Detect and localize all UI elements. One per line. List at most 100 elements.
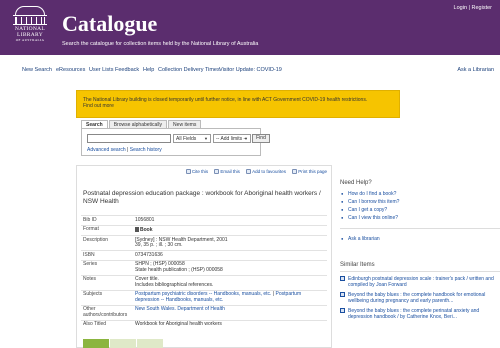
subject-link[interactable]: depression -- Handbooks, manuals, etc. xyxy=(135,297,223,303)
detail-row: Format Book xyxy=(81,224,327,236)
alert-find-out-more[interactable]: Find out more xyxy=(83,103,114,109)
detail-value: 0734731636 xyxy=(135,251,163,258)
register-link[interactable]: Register xyxy=(472,5,492,11)
record-details: Bib ID 1056801 Format Book Description [… xyxy=(81,215,327,329)
help-link[interactable]: How do I find a book? xyxy=(340,190,500,198)
detail-row: Notes Cover title. Includes bibliographic… xyxy=(81,274,327,290)
detail-row: ISBN 0734731636 xyxy=(81,250,327,260)
chevron-down-icon: ▼ xyxy=(204,136,208,141)
detail-value: 39, 35 p. ; ill. ; 30 cm. xyxy=(135,242,183,248)
main-nav: New Search eResources User Lists Feedbac… xyxy=(0,67,500,77)
book-icon xyxy=(340,276,345,281)
detail-value: Workbook for Aboriginal health workers xyxy=(135,321,222,327)
tab-holdings[interactable] xyxy=(83,339,109,348)
detail-value: 1056801 xyxy=(135,216,155,223)
limit-select[interactable]: -- Add limits -- ▼ xyxy=(213,134,251,143)
nav-new-search[interactable]: New Search xyxy=(22,67,52,73)
nav-user-lists[interactable]: User Lists xyxy=(89,67,113,73)
similar-item-title[interactable]: Beyond the baby blues : the complete per… xyxy=(348,308,479,320)
site-subtitle: Search the catalogue for collection item… xyxy=(62,41,259,47)
account-links: Login | Register xyxy=(454,5,492,11)
link-separator: | xyxy=(468,5,470,11)
similar-item[interactable]: Beyond the baby blues : the complete han… xyxy=(340,292,500,304)
record-toolbar: Cite this Email this Add to favourites P… xyxy=(181,169,327,174)
detail-label: ISBN xyxy=(83,251,95,258)
similar-items-panel: Similar Items Edinburgh postnatal depres… xyxy=(340,262,500,324)
subject-link[interactable]: Postpartum xyxy=(276,291,302,297)
help-panel: Need Help? How do I find a book? Can I b… xyxy=(340,180,500,243)
search-history-link[interactable]: Search history xyxy=(130,147,162,153)
logo-line-3: OF AUSTRALIA xyxy=(15,38,45,42)
detail-label: Notes xyxy=(83,276,97,282)
record-panel: Cite this Email this Add to favourites P… xyxy=(76,165,332,348)
tab-description[interactable] xyxy=(110,339,136,348)
contributor-link[interactable]: New South Wales. Department of Health xyxy=(135,306,225,312)
favourites-label: Add to favourites xyxy=(252,169,286,174)
email-icon xyxy=(214,169,220,174)
alert-text: The National Library building is closed … xyxy=(83,97,368,103)
detail-label: Series xyxy=(83,261,98,267)
detail-row: Also Titled Workbook for Aboriginal heal… xyxy=(81,319,327,330)
help-link[interactable]: Can I view this online? xyxy=(340,214,500,222)
help-link[interactable]: Can I get a copy? xyxy=(340,206,500,214)
advanced-search-link[interactable]: Advanced search xyxy=(87,147,126,153)
detail-label: Bib ID xyxy=(83,216,97,223)
star-icon xyxy=(246,169,252,174)
tab-new-items[interactable]: New items xyxy=(168,120,202,128)
similar-item[interactable]: Edinburgh postnatal depression scale : t… xyxy=(340,276,500,288)
record-bottom-tabs xyxy=(83,339,164,348)
detail-label: Description xyxy=(83,236,109,243)
nav-help[interactable]: Help xyxy=(143,67,154,73)
nav-ask-librarian[interactable]: Ask a Librarian xyxy=(457,67,494,73)
similar-item-title[interactable]: Beyond the baby blues : the complete han… xyxy=(348,292,485,304)
building-dome-icon xyxy=(15,6,45,15)
similar-item-title[interactable]: Edinburgh postnatal depression scale : t… xyxy=(348,276,494,288)
link-separator: | xyxy=(127,147,129,153)
nav-collection-delivery[interactable]: Collection Delivery Times xyxy=(158,67,220,73)
chevron-down-icon: ▼ xyxy=(244,136,248,141)
nav-eresources[interactable]: eResources xyxy=(56,67,85,73)
email-label: Email this xyxy=(220,169,240,174)
tab-browse[interactable]: Browse alphabetically xyxy=(108,120,168,128)
nla-logo[interactable]: NATIONAL LIBRARY OF AUSTRALIA xyxy=(8,6,52,50)
detail-label: Also Titled xyxy=(83,321,107,327)
search-panel: All Fields ▼ -- Add limits -- ▼ Find Adv… xyxy=(81,128,270,156)
book-icon xyxy=(340,292,345,297)
detail-label: Subjects xyxy=(83,291,103,297)
nav-visitor-update[interactable]: Visitor Update: COVID-19 xyxy=(219,67,282,73)
help-list: How do I find a book? Can I borrow this … xyxy=(340,190,500,222)
print-button[interactable]: Print this page xyxy=(292,169,327,174)
nav-feedback[interactable]: Feedback xyxy=(115,67,139,73)
limit-select-value: -- Add limits -- xyxy=(216,136,247,142)
similar-item[interactable]: Beyond the baby blues : the complete per… xyxy=(340,308,500,320)
ask-librarian-link[interactable]: Ask a librarian xyxy=(340,235,500,243)
help-link[interactable]: Can I borrow this item? xyxy=(340,198,500,206)
search-input[interactable] xyxy=(87,134,171,143)
favourites-button[interactable]: Add to favourites xyxy=(246,169,286,174)
field-select[interactable]: All Fields ▼ xyxy=(173,134,211,143)
detail-value: State health publication ; (HSP) 000058 xyxy=(135,266,223,273)
print-label: Print this page xyxy=(298,169,327,174)
help-heading: Need Help? xyxy=(340,180,372,186)
detail-value: Book xyxy=(140,227,153,233)
similar-heading: Similar Items xyxy=(340,262,500,272)
login-link[interactable]: Login xyxy=(454,5,467,11)
detail-row: Subjects Postpartum psychiatric disorder… xyxy=(81,289,327,305)
find-button[interactable]: Find xyxy=(252,134,270,143)
building-columns-icon xyxy=(15,17,45,24)
cite-button[interactable]: Cite this xyxy=(185,169,208,174)
detail-value: Includes bibliographical references. xyxy=(135,281,214,288)
site-title[interactable]: Catalogue xyxy=(62,11,157,37)
book-icon xyxy=(135,227,139,232)
tab-staff-view[interactable] xyxy=(137,339,163,348)
tab-search[interactable]: Search xyxy=(81,120,108,128)
field-select-value: All Fields xyxy=(176,136,197,142)
detail-label: Format xyxy=(83,226,99,232)
detail-row: Other authors/contributors New South Wal… xyxy=(81,304,327,320)
covid-alert-banner: The National Library building is closed … xyxy=(76,90,400,118)
link-separator: | xyxy=(272,291,275,297)
book-icon xyxy=(340,308,345,313)
printer-icon xyxy=(292,169,298,174)
divider xyxy=(340,228,500,229)
email-button[interactable]: Email this xyxy=(214,169,240,174)
